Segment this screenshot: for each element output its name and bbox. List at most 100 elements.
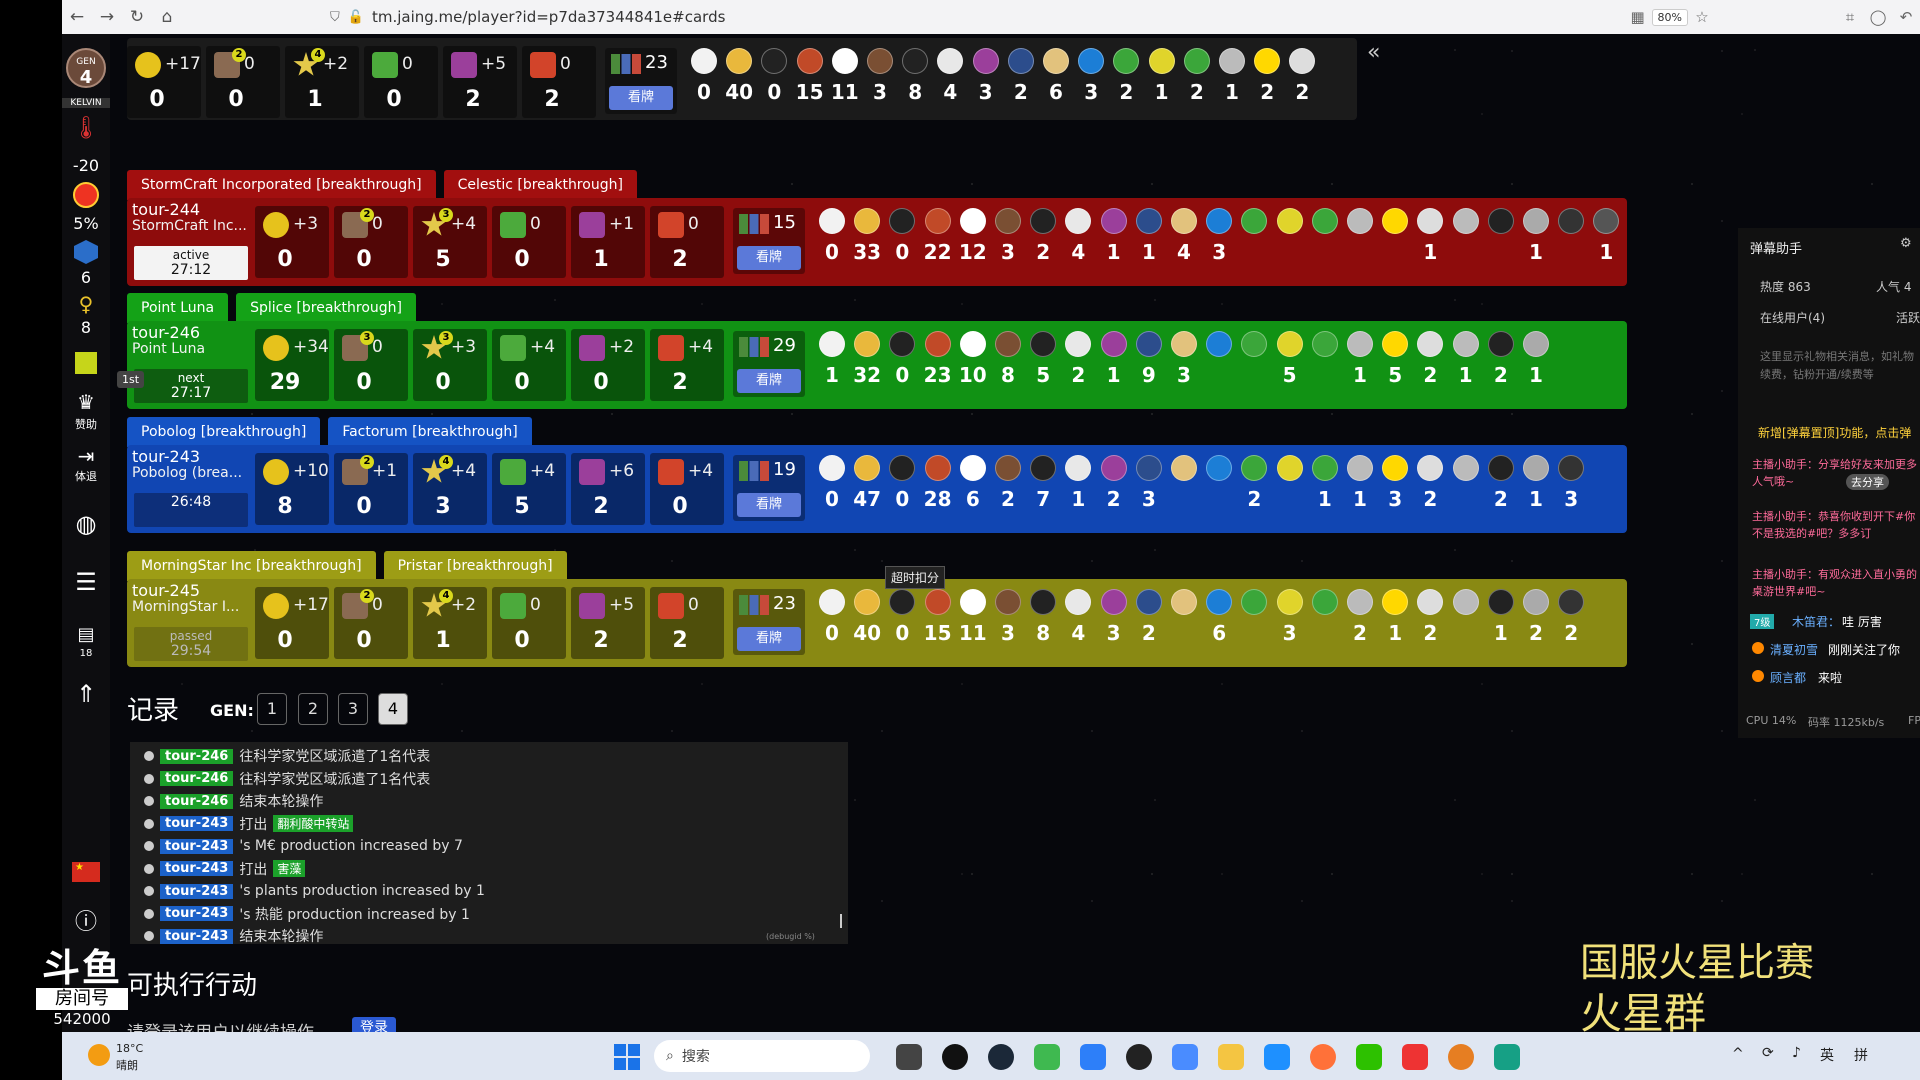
space-tag-icon[interactable] xyxy=(902,48,929,74)
power-tag-icon[interactable] xyxy=(1100,455,1127,481)
microbe-tag-icon[interactable] xyxy=(1276,208,1303,234)
gen-button-2[interactable]: 2 xyxy=(298,693,328,725)
tr-tag-icon[interactable] xyxy=(819,589,845,615)
wild-tag-icon[interactable] xyxy=(1382,455,1409,481)
unknown-tag-icon[interactable] xyxy=(1452,455,1479,481)
gen-button-3[interactable]: 3 xyxy=(338,693,368,725)
none-tag-icon[interactable] xyxy=(1417,455,1444,481)
rocket-icon[interactable]: ⇑ xyxy=(62,680,110,708)
photos-icon[interactable] xyxy=(1080,1044,1106,1070)
list-icon[interactable]: ☰ xyxy=(62,568,110,596)
plant-tag-icon[interactable] xyxy=(1113,48,1140,74)
unknown-tag-icon[interactable] xyxy=(1452,589,1479,615)
event-tag-icon[interactable] xyxy=(924,455,951,481)
tr-tag-icon[interactable] xyxy=(691,48,717,74)
corp-tab[interactable]: Splice [breakthrough] xyxy=(236,293,416,323)
vp-tag-icon[interactable] xyxy=(854,208,881,234)
gen-button-1[interactable]: 1 xyxy=(257,693,287,725)
moon-tag-icon[interactable] xyxy=(1523,455,1549,481)
cards-tag-icon[interactable] xyxy=(959,331,986,357)
venus-tag-icon[interactable] xyxy=(1206,455,1233,481)
view-cards-button[interactable]: 看牌 xyxy=(737,493,801,517)
earth-tag-icon[interactable] xyxy=(1007,48,1034,74)
tray-mic-icon[interactable]: ♪ xyxy=(1792,1045,1801,1061)
building-tag-icon[interactable] xyxy=(995,208,1021,234)
bookmark-star-icon[interactable]: ☆ xyxy=(1688,8,1716,26)
corp-tab[interactable]: Point Luna xyxy=(127,293,229,323)
milestone-icon[interactable] xyxy=(62,352,110,374)
clock-tag-icon[interactable] xyxy=(889,331,916,357)
game-log[interactable]: tour-246 往科学家党区域派遣了1名代表 tour-246 往科学家党区域派遣了… xyxy=(130,742,848,945)
notepad-icon[interactable] xyxy=(1494,1044,1520,1070)
log-player[interactable]: tour-243 xyxy=(160,883,234,899)
city-tag-icon[interactable] xyxy=(1347,208,1373,234)
active-users[interactable]: 活跃 xyxy=(1896,309,1920,326)
log-scrollbar[interactable] xyxy=(840,914,842,928)
sponsor-icon[interactable]: ♛ xyxy=(62,390,110,414)
space-tag-icon[interactable] xyxy=(1030,208,1057,234)
reload-icon[interactable]: ↻ xyxy=(122,7,152,27)
jovian-tag-icon[interactable] xyxy=(1171,208,1197,234)
plant-tag-icon[interactable] xyxy=(1241,208,1268,234)
city-tag-icon[interactable] xyxy=(1347,331,1373,357)
mars-tag-icon[interactable] xyxy=(1558,589,1585,615)
science-tag-icon[interactable] xyxy=(1065,589,1092,615)
log-player[interactable]: tour-243 xyxy=(160,816,234,831)
tray-sync-icon[interactable]: ⟳ xyxy=(1762,1045,1774,1061)
animal-tag-icon[interactable] xyxy=(1311,208,1338,234)
moon-tag-icon[interactable] xyxy=(1523,589,1549,615)
qq-icon[interactable] xyxy=(942,1044,968,1070)
player-icon[interactable] xyxy=(1034,1044,1060,1070)
corp-tab[interactable]: Factorum [breakthrough] xyxy=(328,417,532,447)
zoom-level[interactable]: 80% xyxy=(1651,8,1688,26)
log-player[interactable]: tour-246 xyxy=(160,793,234,809)
explorer-icon[interactable] xyxy=(1218,1044,1244,1070)
corp-tab[interactable]: Celestic [breakthrough] xyxy=(443,170,637,200)
crop-icon[interactable]: ⌗ xyxy=(1836,8,1864,26)
app2-icon[interactable] xyxy=(1402,1044,1428,1070)
city-tag-icon[interactable] xyxy=(1347,589,1373,615)
corp-tab[interactable]: Pristar [breakthrough] xyxy=(383,551,567,581)
science-tag-icon[interactable] xyxy=(1065,455,1092,481)
power-tag-icon[interactable] xyxy=(1100,208,1127,234)
log-player[interactable]: tour-246 xyxy=(160,771,234,786)
info-icon[interactable]: ⓘ xyxy=(62,904,110,936)
log-card[interactable]: 害藻 xyxy=(273,860,306,877)
tray-chevron-icon[interactable]: ^ xyxy=(1732,1046,1744,1062)
none-tag-icon[interactable] xyxy=(1417,331,1444,357)
power-tag-icon[interactable] xyxy=(972,48,999,74)
plant-tag-icon[interactable] xyxy=(1241,455,1268,481)
view-cards-button[interactable]: 看牌 xyxy=(737,246,801,270)
building-tag-icon[interactable] xyxy=(995,455,1021,481)
share-button[interactable]: 去分享 xyxy=(1846,474,1889,490)
player-name[interactable]: tour-243 xyxy=(132,449,250,465)
player-name[interactable]: tour-245 xyxy=(132,583,250,599)
vp-tag-icon[interactable] xyxy=(854,589,881,615)
jovian-tag-icon[interactable] xyxy=(1171,331,1197,357)
moon-tag-icon[interactable] xyxy=(1523,208,1549,234)
taskbar-search[interactable]: ⌕ 搜索 xyxy=(654,1040,870,1072)
building-tag-icon[interactable] xyxy=(867,48,893,74)
log-card[interactable]: 翻利酸中转站 xyxy=(273,815,354,832)
microbe-tag-icon[interactable] xyxy=(1148,48,1175,74)
vp-tag-icon[interactable] xyxy=(726,48,753,74)
building-tag-icon[interactable] xyxy=(995,331,1021,357)
person-tag-icon[interactable] xyxy=(1487,208,1514,234)
gen-button-4[interactable]: 4 xyxy=(378,693,408,725)
undo-icon[interactable]: ↶ xyxy=(1892,8,1920,26)
clock-tag-icon[interactable] xyxy=(889,589,916,615)
unknown-tag-icon[interactable] xyxy=(1452,331,1479,357)
globe-icon[interactable]: ◍ xyxy=(62,510,110,538)
steam-icon[interactable] xyxy=(988,1044,1014,1070)
chat-icon[interactable]: ◯ xyxy=(1864,8,1892,26)
venus-tag-icon[interactable] xyxy=(1078,48,1105,74)
person-tag-icon[interactable] xyxy=(1487,331,1514,357)
microbe-tag-icon[interactable] xyxy=(1276,455,1303,481)
cards-tag-icon[interactable] xyxy=(959,455,986,481)
collapse-icon[interactable]: « xyxy=(1367,40,1380,65)
obs-icon[interactable] xyxy=(1126,1044,1152,1070)
log-player[interactable]: tour-243 xyxy=(160,838,234,854)
animal-tag-icon[interactable] xyxy=(1311,455,1338,481)
qr-icon[interactable]: ▦ xyxy=(1624,8,1652,26)
app-icon[interactable] xyxy=(1264,1044,1290,1070)
